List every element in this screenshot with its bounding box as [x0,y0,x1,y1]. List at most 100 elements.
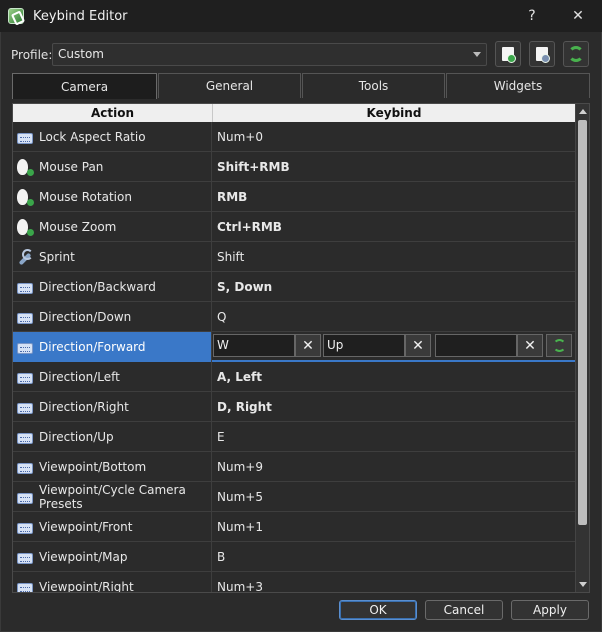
profile-dropdown[interactable]: Custom [52,43,487,66]
tab-general[interactable]: General [158,73,301,98]
action-label: Viewpoint/Right [39,580,134,592]
wrench-icon [17,249,33,265]
keybind-input-2[interactable]: Up [323,334,405,357]
table-row[interactable]: Direction/Left A, Left [13,362,575,392]
action-label: Direction/Left [39,370,120,384]
keyboard-icon [17,432,33,444]
keybind-value: A, Left [217,370,262,384]
keyboard-icon [17,372,33,384]
keyboard-icon [17,402,33,414]
tab-tools[interactable]: Tools [302,73,445,98]
app-logo-icon [8,8,24,24]
keybind-value: Ctrl+RMB [217,220,282,234]
keybind-value: Shift [217,250,245,264]
profile-dropdown-value: Custom [58,47,104,61]
new-profile-button[interactable] [495,41,521,67]
apply-button[interactable]: Apply [511,600,589,620]
tab-camera[interactable]: Camera [12,73,157,99]
scroll-down-arrow-icon[interactable] [579,582,587,587]
scroll-thumb[interactable] [578,120,587,525]
action-label: Lock Aspect Ratio [39,130,146,144]
new-document-icon [502,47,516,63]
keybind-value: Num+3 [217,580,263,592]
table-row[interactable]: Sprint Shift [13,242,575,272]
mouse-icon [17,189,34,206]
mouse-icon [17,159,34,176]
action-label: Sprint [39,250,75,264]
keyboard-icon [17,492,33,504]
keyboard-icon [17,582,33,592]
keybind-value: B [217,550,226,564]
action-label: Direction/Right [39,400,129,414]
table-row[interactable]: Direction/Right D, Right [13,392,575,422]
table-row[interactable]: Viewpoint/Right Num+3 [13,572,575,592]
clear-keybind-3-button[interactable]: ✕ [517,334,543,357]
keybind-value: Num+1 [217,520,263,534]
keybind-value: Num+9 [217,460,263,474]
table-row[interactable]: Direction/Backward S, Down [13,272,575,302]
table-row[interactable]: Mouse Zoom Ctrl+RMB [13,212,575,242]
tab-bar: Camera General Tools Widgets [12,73,590,99]
keyboard-icon [17,522,33,534]
action-label: Viewpoint/Front [39,520,133,534]
action-label: Viewpoint/Bottom [39,460,147,474]
keyboard-icon [17,312,33,324]
table-row[interactable]: Viewpoint/Cycle Camera Presets Num+5 [13,482,575,512]
action-label: Mouse Pan [39,160,104,174]
keyboard-icon [17,342,33,354]
scroll-up-arrow-icon[interactable] [579,109,587,114]
table-row[interactable]: Mouse Rotation RMB [13,182,575,212]
keyboard-icon [17,132,33,144]
table-row-selected[interactable]: Direction/Forward W ✕ Up ✕ ✕ [13,332,575,362]
table-row[interactable]: Direction/Up E [13,422,575,452]
keybind-input-3[interactable] [435,334,517,357]
cancel-button[interactable]: Cancel [425,600,503,620]
action-label: Direction/Backward [39,280,156,294]
chevron-down-icon [473,52,481,57]
table-body: Lock Aspect Ratio Num+0 Mouse Pan Shift+… [13,122,575,592]
vertical-scrollbar[interactable] [575,104,589,592]
table-header: Action Keybind [13,104,575,122]
keybind-value: E [217,430,225,444]
action-label: Mouse Rotation [39,190,132,204]
reset-profile-button[interactable] [563,41,589,67]
table-row[interactable]: Lock Aspect Ratio Num+0 [13,122,575,152]
keybind-value: Shift+RMB [217,160,290,174]
action-label: Viewpoint/Map [39,550,128,564]
keybind-value: S, Down [217,280,273,294]
table-row[interactable]: Direction/Down Q [13,302,575,332]
window-title: Keybind Editor [33,8,128,24]
keyboard-icon [17,552,33,564]
close-button[interactable]: ✕ [558,0,598,32]
keybind-value: Q [217,310,227,324]
refresh-icon [552,339,566,352]
profile-label: Profile: [11,48,53,62]
column-header-action[interactable]: Action [13,104,213,122]
tab-widgets[interactable]: Widgets [446,73,590,98]
column-header-keybind[interactable]: Keybind [213,104,575,122]
keybind-value: Num+0 [217,130,263,144]
reset-keybind-button[interactable] [546,334,572,357]
table-row[interactable]: Viewpoint/Front Num+1 [13,512,575,542]
table-row[interactable]: Mouse Pan Shift+RMB [13,152,575,182]
save-document-icon [536,47,550,63]
ok-button[interactable]: OK [339,600,417,620]
save-profile-button[interactable] [529,41,555,67]
keybind-value: Num+5 [217,490,263,504]
keybind-table: Action Keybind Lock Aspect Ratio Num+0 M… [12,103,590,593]
table-row[interactable]: Viewpoint/Map B [13,542,575,572]
action-label: Direction/Up [39,430,114,444]
clear-keybind-2-button[interactable]: ✕ [405,334,431,357]
keyboard-icon [17,282,33,294]
mouse-icon [17,219,34,236]
action-label: Direction/Forward [39,340,146,354]
help-button[interactable]: ? [512,0,552,32]
refresh-icon [568,46,584,62]
action-label: Viewpoint/Cycle Camera Presets [39,483,186,511]
keybind-input-1[interactable]: W [213,334,295,357]
clear-keybind-1-button[interactable]: ✕ [295,334,321,357]
keybind-value: RMB [217,190,248,204]
action-label: Mouse Zoom [39,220,117,234]
table-row[interactable]: Viewpoint/Bottom Num+9 [13,452,575,482]
action-label: Direction/Down [39,310,132,324]
